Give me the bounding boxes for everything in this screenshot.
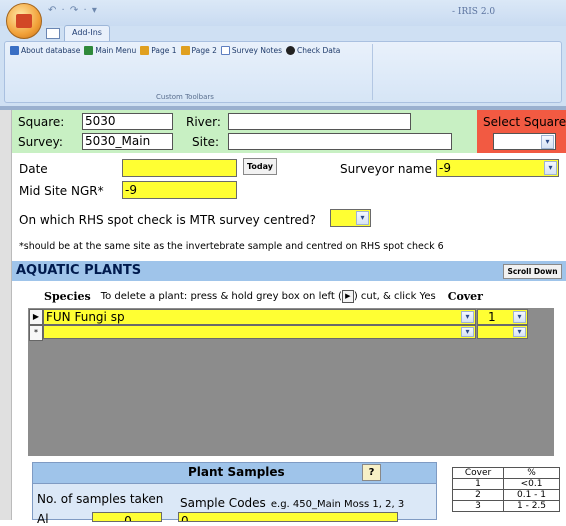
survey-label: Survey: — [18, 135, 63, 149]
tab-add-ins[interactable]: Add-Ins — [64, 25, 110, 41]
sample-count-field[interactable]: 0 — [92, 512, 162, 522]
page-2-button[interactable]: Page 2 — [180, 46, 217, 55]
sample-codes-label-row: Sample Codes e.g. 450_Main Moss 1, 2, 3 — [180, 492, 404, 511]
surveyor-label: Surveyor name — [340, 162, 432, 176]
page-icon — [180, 46, 190, 55]
species-dropdown-new[interactable]: ▾ — [43, 325, 476, 339]
chevron-down-icon[interactable]: ▾ — [356, 211, 369, 225]
ribbon-group-separator — [372, 44, 373, 100]
date-label: Date — [19, 162, 48, 176]
notes-icon — [220, 46, 230, 55]
table-row: 1 <0.1 — [451, 478, 560, 490]
office-logo-icon — [16, 14, 32, 28]
table-row: 2 0.1 - 1 — [451, 489, 560, 501]
aquatic-plants-title: AQUATIC PLANTS — [16, 263, 142, 278]
custom-toolbar: About database Main Menu Page 1 Page 2 S… — [10, 46, 340, 55]
office-button[interactable] — [6, 3, 42, 39]
spot-check-dropdown[interactable]: ▾ — [330, 209, 371, 227]
table-header-cell: Cover — [451, 467, 505, 479]
date-field[interactable] — [122, 159, 237, 177]
quick-access-toolbar[interactable]: ↶ · ↷ · ▾ — [48, 5, 98, 16]
delete-instructions-end: ) cut, & click Yes — [353, 291, 436, 302]
chevron-down-icon[interactable]: ▾ — [541, 135, 554, 149]
partial-row-label: Al — [37, 512, 49, 526]
plant-samples-title: Plant Samples — [188, 465, 285, 479]
ngr-label: Mid Site NGR* — [19, 184, 104, 198]
scroll-down-button[interactable]: Scroll Down — [503, 264, 562, 279]
table-row: 3 1 - 2.5 — [451, 500, 560, 512]
check-data-button[interactable]: Check Data — [286, 46, 340, 55]
samples-count-label: No. of samples taken — [37, 492, 164, 506]
ngr-field[interactable]: -9 — [122, 181, 237, 199]
chevron-down-icon[interactable]: ▾ — [513, 311, 526, 323]
record-selector-strip — [0, 110, 12, 520]
app-title: - IRIS 2.0 — [452, 7, 496, 17]
table-cell: 1 - 2.5 — [503, 500, 560, 512]
square-field[interactable]: 5030 — [82, 113, 173, 130]
eye-icon — [286, 46, 295, 55]
surveyor-dropdown[interactable]: -9 ▾ — [436, 159, 559, 177]
about-database-button[interactable]: About database — [10, 46, 80, 55]
river-field[interactable] — [228, 113, 411, 130]
species-header: Species — [44, 290, 91, 303]
table-cell: <0.1 — [503, 478, 560, 490]
select-square-dropdown[interactable]: ▾ — [493, 133, 556, 150]
info-icon — [10, 46, 19, 55]
survey-field[interactable]: 5030_Main — [82, 133, 173, 150]
spot-check-note: *should be at the same site as the inver… — [19, 241, 444, 252]
chevron-down-icon[interactable]: ▾ — [513, 327, 526, 337]
ribbon-group-label: Custom Toolbars — [156, 93, 214, 101]
table-header-row: Cover % — [451, 467, 560, 479]
sample-codes-field[interactable]: 0 — [178, 512, 398, 522]
spot-check-question: On which RHS spot check is MTR survey ce… — [19, 213, 316, 227]
page-icon — [140, 46, 150, 55]
table-cell: 3 — [451, 500, 505, 512]
window-icon — [46, 28, 60, 39]
cover-dropdown[interactable]: 1 ▾ — [477, 309, 528, 325]
site-label: Site: — [192, 135, 220, 149]
river-label: River: — [186, 115, 221, 129]
survey-notes-button[interactable]: Survey Notes — [220, 46, 282, 55]
species-header-row: Species To delete a plant: press & hold … — [44, 290, 483, 303]
cover-legend-table: Cover % 1 <0.1 2 0.1 - 1 3 1 - 2.5 — [451, 467, 560, 512]
table-cell: 2 — [451, 489, 505, 501]
page-1-button[interactable]: Page 1 — [140, 46, 177, 55]
site-field[interactable] — [228, 133, 452, 150]
select-square-label: Select Square — [483, 115, 566, 129]
delete-instructions-start: To delete a plant: press & hold grey box… — [100, 291, 342, 302]
sample-codes-example: e.g. 450_Main Moss 1, 2, 3 — [270, 499, 405, 510]
chevron-down-icon[interactable]: ▾ — [544, 161, 557, 175]
help-key-icon[interactable]: ? — [362, 464, 381, 481]
record-selector-new[interactable]: * — [29, 325, 43, 341]
record-selector-current[interactable]: ▶ — [29, 309, 43, 325]
table-cell: 0.1 - 1 — [503, 489, 560, 501]
cover-header: Cover — [447, 290, 483, 303]
record-selector-icon: ▶ — [341, 290, 354, 303]
cover-dropdown-new[interactable]: ▾ — [477, 325, 528, 339]
square-label: Square: — [18, 115, 65, 129]
table-cell: 1 — [451, 478, 505, 490]
chevron-down-icon[interactable]: ▾ — [461, 311, 474, 323]
sample-codes-label: Sample Codes — [180, 496, 266, 510]
today-button[interactable]: Today — [243, 158, 277, 175]
species-dropdown[interactable]: FUN Fungi sp ▾ — [43, 309, 476, 325]
main-menu-button[interactable]: Main Menu — [84, 46, 136, 55]
table-header-cell: % — [503, 467, 560, 479]
grid-icon — [84, 46, 94, 55]
chevron-down-icon[interactable]: ▾ — [461, 327, 474, 337]
